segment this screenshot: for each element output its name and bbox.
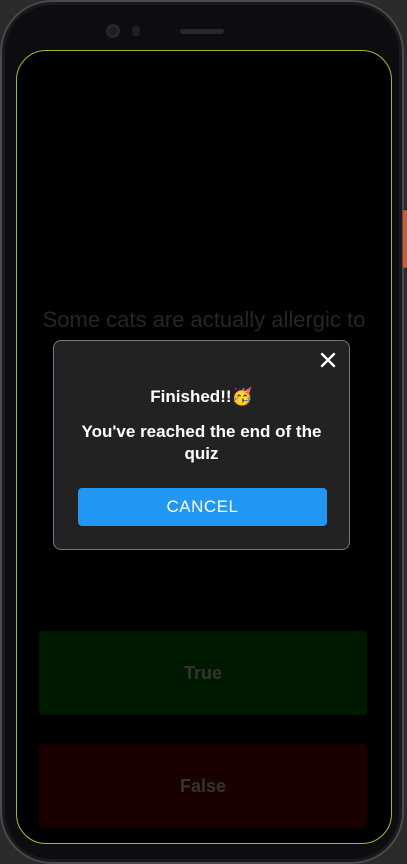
- dialog-title: Finished!!🥳: [150, 387, 253, 406]
- quiz-finished-dialog: Finished!!🥳 You've reached the end of th…: [53, 340, 350, 550]
- phone-frame: Some cats are actually allergic to human…: [0, 0, 404, 864]
- close-icon[interactable]: [317, 349, 339, 371]
- cancel-button[interactable]: CANCEL: [78, 488, 327, 526]
- speaker-grille: [180, 29, 224, 34]
- device-canvas: Some cats are actually allergic to human…: [0, 0, 407, 864]
- dialog-message: You've reached the end of the quiz: [81, 422, 322, 463]
- phone-notch: [90, 18, 330, 46]
- side-button-accent: [403, 210, 407, 268]
- true-button[interactable]: True: [39, 631, 367, 715]
- sensor-icon: [132, 26, 140, 36]
- camera-icon: [106, 24, 120, 38]
- false-button[interactable]: False: [39, 744, 367, 828]
- close-icon-glyph: [320, 352, 336, 368]
